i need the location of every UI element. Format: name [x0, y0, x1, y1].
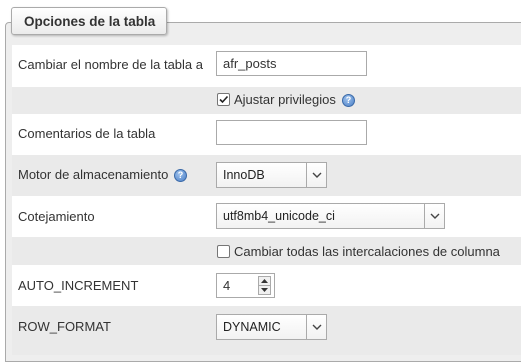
comments-label: Comentarios de la tabla — [18, 126, 156, 141]
chevron-down-icon — [306, 315, 326, 339]
auto-increment-input[interactable]: 4 — [216, 273, 275, 298]
help-icon[interactable]: ? — [342, 94, 355, 107]
engine-select-value: InnoDB — [223, 168, 265, 182]
row-format-row: ROW_FORMAT DYNAMIC — [12, 306, 521, 355]
auto-increment-value: 4 — [223, 278, 231, 293]
row-format-label: ROW_FORMAT — [18, 319, 111, 334]
table-options-legend: Opciones de la tabla — [11, 7, 167, 35]
chevron-down-icon — [424, 204, 444, 228]
auto-increment-row: AUTO_INCREMENT 4 — [12, 265, 521, 306]
rename-input[interactable]: afr_posts — [216, 51, 367, 76]
change-collations-checkbox[interactable] — [217, 245, 230, 258]
change-collations-label: Cambiar todas las intercalaciones de col… — [234, 244, 500, 259]
rename-row: Cambiar el nombre de la tabla a afr_post… — [12, 45, 521, 87]
spin-up-icon[interactable] — [259, 277, 270, 286]
checkmark-icon — [219, 95, 229, 104]
rename-input-value: afr_posts — [223, 56, 277, 71]
collation-select-value: utf8mb4_unicode_ci — [223, 209, 335, 223]
engine-select[interactable]: InnoDB — [216, 162, 327, 188]
adjust-privileges-checkbox[interactable] — [217, 93, 230, 106]
row-format-select-value: DYNAMIC — [223, 320, 281, 334]
adjust-privileges-label: Ajustar privilegios — [234, 92, 336, 107]
rename-label: Cambiar el nombre de la tabla a — [18, 57, 203, 72]
comments-row: Comentarios de la tabla — [12, 114, 521, 155]
number-spinner[interactable] — [258, 276, 271, 295]
help-icon[interactable]: ? — [174, 169, 187, 182]
collation-row: Cotejamiento utf8mb4_unicode_ci — [12, 196, 521, 237]
row-format-select[interactable]: DYNAMIC — [216, 314, 327, 340]
auto-increment-label: AUTO_INCREMENT — [18, 278, 139, 293]
chevron-down-icon — [306, 163, 326, 187]
adjust-privileges-row: Ajustar privilegios ? — [12, 87, 521, 114]
engine-row: Motor de almacenamiento ? InnoDB — [12, 155, 521, 196]
collation-select[interactable]: utf8mb4_unicode_ci — [216, 203, 445, 229]
change-collations-row: Cambiar todas las intercalaciones de col… — [12, 237, 521, 265]
comments-input[interactable] — [216, 120, 367, 145]
collation-label: Cotejamiento — [18, 209, 95, 224]
engine-label: Motor de almacenamiento — [18, 167, 169, 182]
spin-down-icon[interactable] — [259, 286, 270, 295]
